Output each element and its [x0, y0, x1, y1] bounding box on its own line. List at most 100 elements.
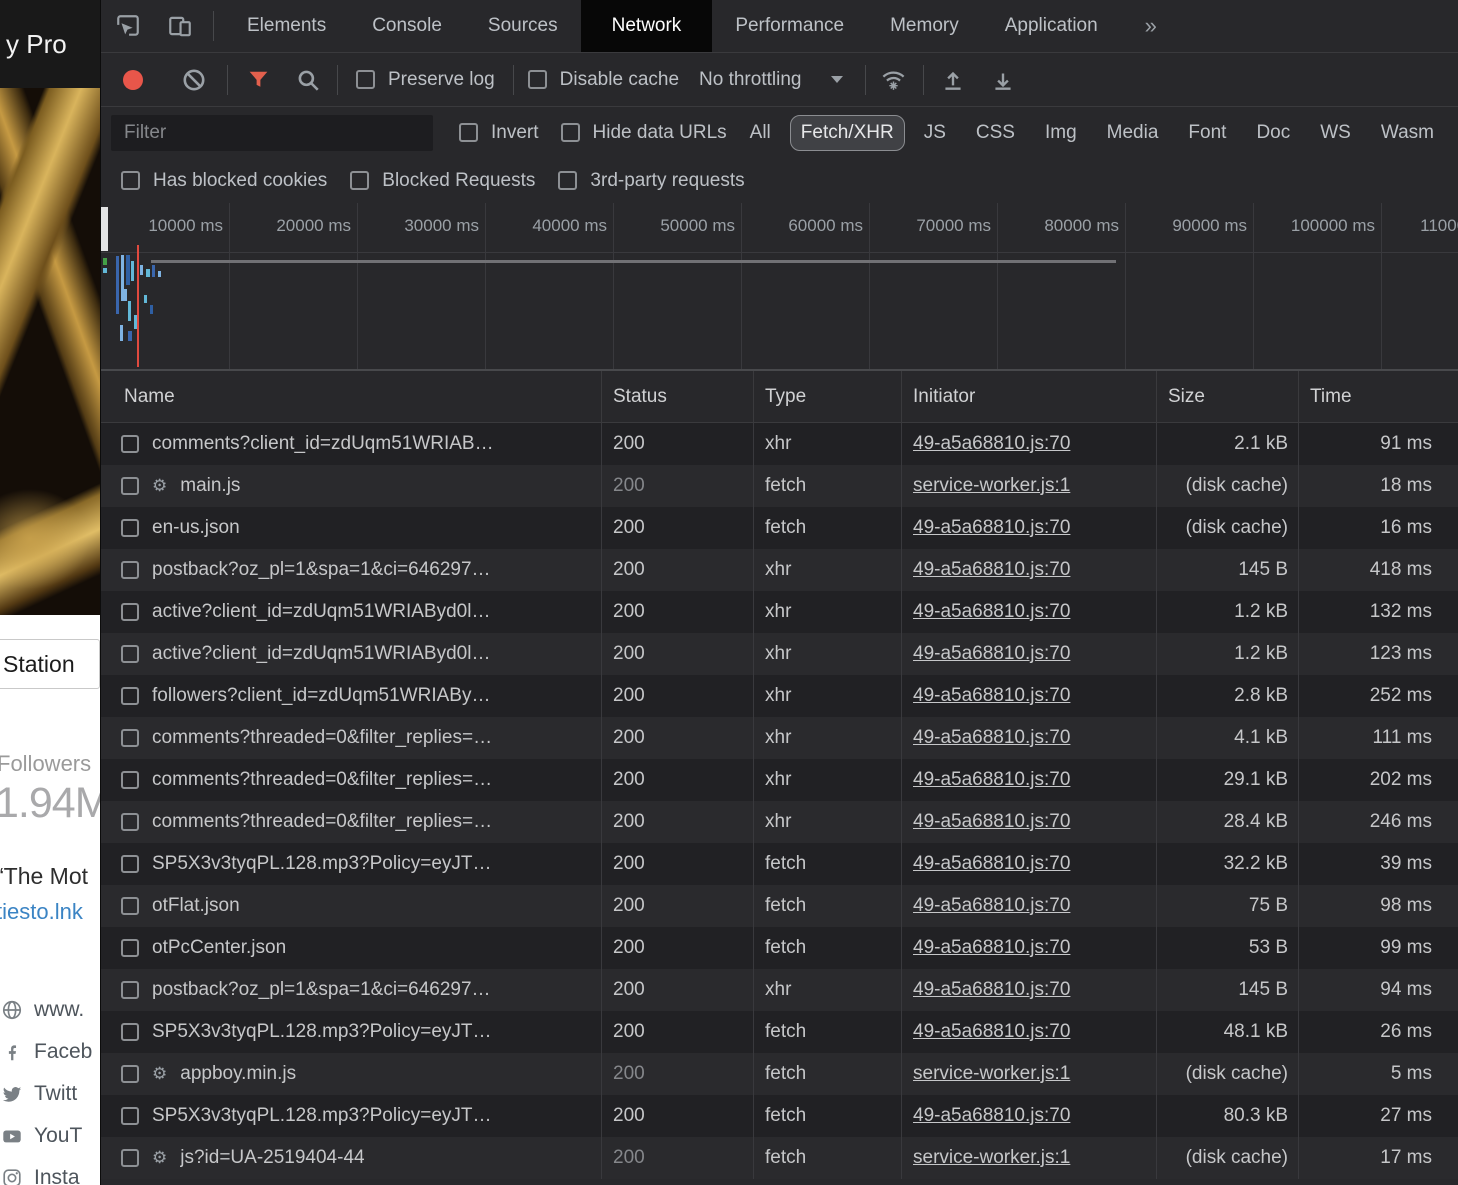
filter-pill-fetch-xhr[interactable]: Fetch/XHR	[790, 115, 905, 151]
initiator-link[interactable]: service-worker.js:1	[913, 475, 1070, 497]
request-checkbox[interactable]	[121, 729, 139, 747]
request-row[interactable]: active?client_id=zdUqm51WRIAByd0l…200xhr…	[101, 591, 1458, 633]
social-link-www[interactable]: www.	[1, 989, 100, 1031]
filter-pill-doc[interactable]: Doc	[1245, 115, 1301, 151]
initiator-link[interactable]: 49-a5a68810.js:70	[913, 559, 1070, 581]
request-row[interactable]: comments?client_id=zdUqm51WRIAB…200xhr49…	[101, 423, 1458, 465]
initiator-link[interactable]: 49-a5a68810.js:70	[913, 811, 1070, 833]
request-checkbox[interactable]	[121, 981, 139, 999]
social-link-twitt[interactable]: Twitt	[1, 1073, 100, 1115]
request-checkbox[interactable]	[121, 771, 139, 789]
pro-label[interactable]: y Pro	[6, 29, 67, 60]
timeline-overview[interactable]: 110000 ms100000 ms90000 ms80000 ms70000 …	[101, 203, 1458, 370]
request-row[interactable]: postback?oz_pl=1&spa=1&ci=646297…200xhr4…	[101, 969, 1458, 1011]
request-row[interactable]: ⚙main.js200fetchservice-worker.js:1(disk…	[101, 465, 1458, 507]
tab-sources[interactable]: Sources	[465, 0, 581, 52]
request-checkbox[interactable]	[121, 645, 139, 663]
tab-elements[interactable]: Elements	[224, 0, 349, 52]
request-checkbox[interactable]	[121, 603, 139, 621]
request-checkbox[interactable]	[121, 435, 139, 453]
filter-pill-font[interactable]: Font	[1177, 115, 1237, 151]
request-row[interactable]: otFlat.json200fetch49-a5a68810.js:7075 B…	[101, 885, 1458, 927]
initiator-link[interactable]: 49-a5a68810.js:70	[913, 601, 1070, 623]
column-header-initiator[interactable]: Initiator	[901, 371, 1156, 422]
filter-pill-media[interactable]: Media	[1096, 115, 1170, 151]
filter-pill-ws[interactable]: WS	[1309, 115, 1362, 151]
request-checkbox[interactable]	[121, 561, 139, 579]
network-conditions-icon[interactable]	[880, 66, 907, 93]
social-link-yout[interactable]: YouT	[1, 1115, 100, 1157]
request-checkbox[interactable]	[121, 855, 139, 873]
has-blocked-cookies-checkbox[interactable]: Has blocked cookies	[121, 170, 327, 192]
request-checkbox[interactable]	[121, 1149, 139, 1167]
request-checkbox[interactable]	[121, 813, 139, 831]
request-row[interactable]: otPcCenter.json200fetch49-a5a68810.js:70…	[101, 927, 1458, 969]
hide-data-urls-checkbox[interactable]: Hide data URLs	[561, 122, 727, 144]
request-checkbox[interactable]	[121, 1065, 139, 1083]
initiator-link[interactable]: 49-a5a68810.js:70	[913, 1105, 1070, 1127]
filter-funnel-icon[interactable]	[246, 67, 271, 92]
tab-console[interactable]: Console	[349, 0, 465, 52]
request-row[interactable]: comments?threaded=0&filter_replies=…200x…	[101, 801, 1458, 843]
request-checkbox[interactable]	[121, 477, 139, 495]
tab-application[interactable]: Application	[982, 0, 1121, 52]
filter-input[interactable]	[111, 115, 433, 151]
filter-pill-all[interactable]: All	[739, 115, 782, 151]
throttling-select[interactable]: No throttling	[699, 69, 843, 91]
request-row[interactable]: ⚙js?id=UA-2519404-44200fetchservice-work…	[101, 1137, 1458, 1179]
request-row[interactable]: SP5X3v3tyqPL.128.mp3?Policy=eyJT…200fetc…	[101, 1095, 1458, 1137]
initiator-link[interactable]: 49-a5a68810.js:70	[913, 979, 1070, 1001]
request-checkbox[interactable]	[121, 939, 139, 957]
initiator-link[interactable]: 49-a5a68810.js:70	[913, 895, 1070, 917]
column-header-type[interactable]: Type	[753, 371, 901, 422]
station-button[interactable]: Station	[0, 639, 100, 689]
column-header-time[interactable]: Time	[1298, 371, 1458, 422]
export-har-icon[interactable]	[990, 67, 1016, 93]
bio-link[interactable]: tiesto.lnk	[0, 899, 83, 925]
initiator-link[interactable]: 49-a5a68810.js:70	[913, 727, 1070, 749]
tab-performance[interactable]: Performance	[712, 0, 867, 52]
request-row[interactable]: SP5X3v3tyqPL.128.mp3?Policy=eyJT…200fetc…	[101, 1011, 1458, 1053]
request-row[interactable]: ⚙appboy.min.js200fetchservice-worker.js:…	[101, 1053, 1458, 1095]
request-row[interactable]: postback?oz_pl=1&spa=1&ci=646297…200xhr4…	[101, 549, 1458, 591]
3rd-party-requests-checkbox[interactable]: 3rd-party requests	[558, 170, 744, 192]
column-header-status[interactable]: Status	[601, 371, 753, 422]
search-icon[interactable]	[295, 67, 321, 93]
device-toolbar-icon[interactable]	[167, 13, 193, 39]
initiator-link[interactable]: service-worker.js:1	[913, 1147, 1070, 1169]
request-row[interactable]: comments?threaded=0&filter_replies=…200x…	[101, 717, 1458, 759]
initiator-link[interactable]: 49-a5a68810.js:70	[913, 685, 1070, 707]
preserve-log-checkbox[interactable]: Preserve log	[356, 69, 495, 91]
request-checkbox[interactable]	[121, 1107, 139, 1125]
request-checkbox[interactable]	[121, 687, 139, 705]
request-row[interactable]: comments?threaded=0&filter_replies=…200x…	[101, 759, 1458, 801]
initiator-link[interactable]: 49-a5a68810.js:70	[913, 853, 1070, 875]
more-tabs-chevron[interactable]: »	[1145, 13, 1157, 39]
record-button[interactable]	[123, 70, 143, 90]
request-row[interactable]: active?client_id=zdUqm51WRIAByd0l…200xhr…	[101, 633, 1458, 675]
filter-pill-wasm[interactable]: Wasm	[1370, 115, 1445, 151]
initiator-link[interactable]: 49-a5a68810.js:70	[913, 643, 1070, 665]
request-checkbox[interactable]	[121, 897, 139, 915]
request-row[interactable]: followers?client_id=zdUqm51WRIABy…200xhr…	[101, 675, 1458, 717]
import-har-icon[interactable]	[940, 67, 966, 93]
column-header-name[interactable]: Name	[101, 371, 601, 422]
request-checkbox[interactable]	[121, 519, 139, 537]
request-row[interactable]: en-us.json200fetch49-a5a68810.js:70(disk…	[101, 507, 1458, 549]
request-checkbox[interactable]	[121, 1023, 139, 1041]
initiator-link[interactable]: 49-a5a68810.js:70	[913, 937, 1070, 959]
blocked-requests-checkbox[interactable]: Blocked Requests	[350, 170, 535, 192]
initiator-link[interactable]: 49-a5a68810.js:70	[913, 769, 1070, 791]
inspect-element-icon[interactable]	[115, 13, 141, 39]
filter-pill-img[interactable]: Img	[1034, 115, 1088, 151]
disable-cache-checkbox[interactable]: Disable cache	[528, 69, 679, 91]
social-link-faceb[interactable]: Faceb	[1, 1031, 100, 1073]
initiator-link[interactable]: 49-a5a68810.js:70	[913, 1021, 1070, 1043]
initiator-link[interactable]: 49-a5a68810.js:70	[913, 517, 1070, 539]
invert-checkbox[interactable]: Invert	[459, 122, 539, 144]
social-link-insta[interactable]: Insta	[1, 1157, 100, 1185]
initiator-link[interactable]: 49-a5a68810.js:70	[913, 433, 1070, 455]
initiator-link[interactable]: service-worker.js:1	[913, 1063, 1070, 1085]
tab-memory[interactable]: Memory	[867, 0, 982, 52]
clear-icon[interactable]	[181, 67, 207, 93]
